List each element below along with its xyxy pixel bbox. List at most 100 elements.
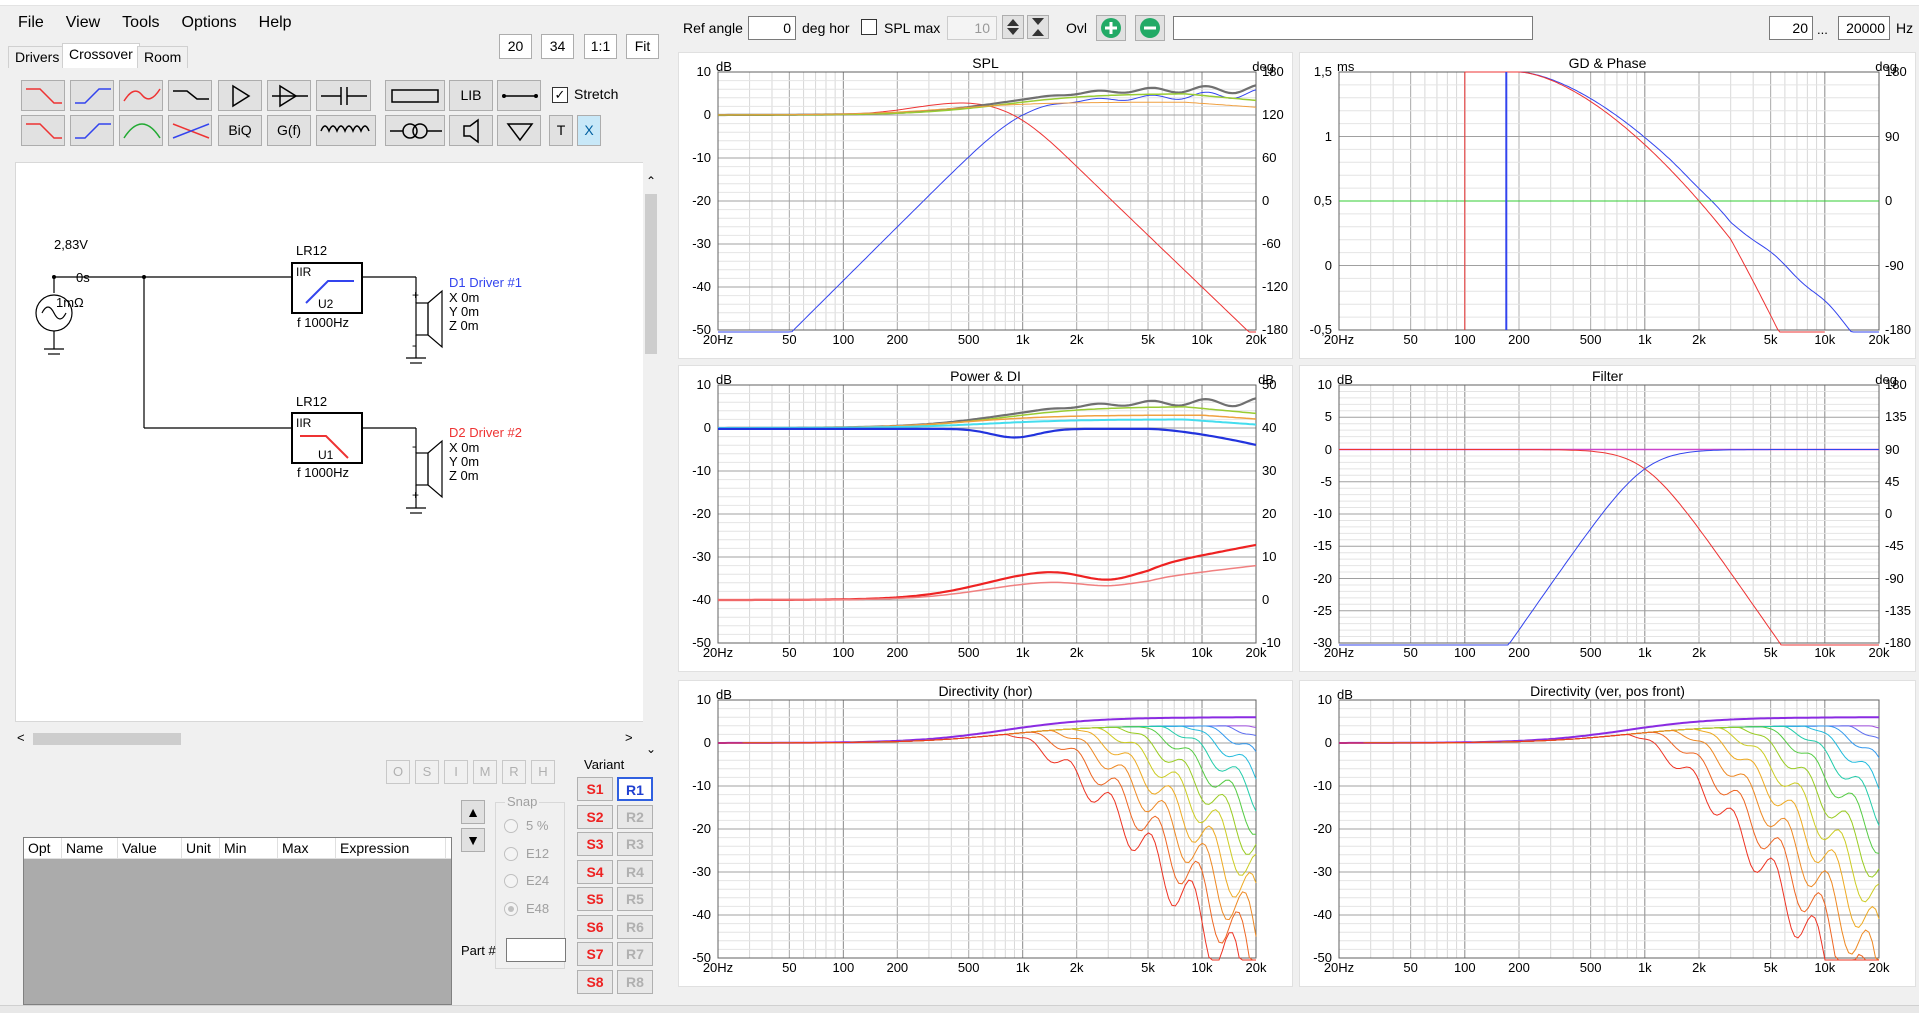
driver2-name[interactable]: D2 Driver #2 (449, 425, 522, 440)
tool-biq-button[interactable]: BiQ (218, 115, 262, 146)
tab-drivers[interactable]: Drivers (8, 46, 67, 68)
tool-spk-button[interactable] (449, 115, 493, 146)
tool-t-button[interactable]: T (549, 115, 573, 146)
tool-xfmr-button[interactable] (385, 115, 445, 146)
variant-r2-button[interactable]: R2 (617, 804, 653, 829)
variant-r1-button[interactable]: R1 (617, 777, 653, 801)
tool-gf-button[interactable]: G(f) (267, 115, 311, 146)
tool-gnd-button[interactable] (497, 115, 541, 146)
tool-bp-red-button[interactable] (119, 80, 163, 111)
column-value[interactable]: Value (118, 838, 182, 858)
move-down-button[interactable]: ▼ (461, 828, 485, 852)
tool-cap-button[interactable] (316, 80, 371, 111)
spl-max-checkbox[interactable] (861, 19, 877, 35)
tool-x-button[interactable]: X (577, 115, 601, 146)
column-name[interactable]: Name (62, 838, 118, 858)
expand-spinner[interactable] (1027, 15, 1049, 39)
variant-s4-button[interactable]: S4 (577, 859, 613, 884)
variant-s3-button[interactable]: S3 (577, 832, 613, 856)
remove-overlay-button[interactable] (1135, 15, 1165, 41)
variant-s5-button[interactable]: S5 (577, 887, 613, 911)
tool-hp-blue-button[interactable] (70, 80, 114, 111)
tool-bp2-button[interactable] (119, 115, 163, 146)
snap-radio-0[interactable] (504, 819, 518, 833)
tool-ind-button[interactable] (316, 115, 376, 146)
ref-angle-input[interactable]: 0 (748, 16, 796, 40)
freq-max-input[interactable]: 20000 (1838, 16, 1890, 40)
variant-r7-button[interactable]: R7 (617, 942, 653, 966)
overlay-input[interactable] (1173, 16, 1533, 40)
tool-lp2-button[interactable] (21, 115, 65, 146)
hscroll-thumb[interactable] (33, 733, 181, 745)
freq-min-input[interactable]: 20 (1769, 16, 1813, 40)
add-overlay-button[interactable] (1096, 15, 1126, 41)
variant-r5-button[interactable]: R5 (617, 887, 653, 911)
menu-tools[interactable]: Tools (122, 14, 159, 32)
zoom-20-button[interactable]: 20 (499, 34, 532, 59)
snap-radio-1[interactable] (504, 846, 518, 861)
variant-s7-button[interactable]: S7 (577, 942, 613, 966)
y-tick-label: -40 (692, 592, 711, 607)
solver-button-h[interactable]: H (531, 760, 555, 784)
y-tick-label: 0,5 (1313, 193, 1332, 208)
menu-file[interactable]: File (18, 14, 44, 32)
tab-crossover[interactable]: Crossover (62, 43, 140, 68)
vscroll-thumb[interactable] (645, 194, 657, 354)
variant-s1-button[interactable]: S1 (577, 777, 613, 801)
column-min[interactable]: Min (220, 838, 278, 858)
schematic-hscroll[interactable]: < > (15, 730, 643, 747)
solver-button-m[interactable]: M (473, 760, 497, 784)
stretch-checkbox[interactable]: ✓ (552, 87, 568, 103)
variant-r4-button[interactable]: R4 (617, 859, 653, 884)
tool-buf-button[interactable] (267, 80, 311, 111)
optimizer-table[interactable]: Opt Name Value Unit Min Max Expression (23, 837, 452, 1005)
variant-r6-button[interactable]: R6 (617, 914, 653, 939)
plot-canvas[interactable] (679, 53, 1294, 360)
variant-s6-button[interactable]: S6 (577, 914, 613, 939)
solver-button-i[interactable]: I (444, 760, 468, 784)
menu-options[interactable]: Options (182, 14, 237, 32)
menu-help[interactable]: Help (259, 14, 292, 32)
tool-res-button[interactable] (385, 80, 445, 111)
solver-button-s[interactable]: S (415, 760, 439, 784)
variant-r3-button[interactable]: R3 (617, 832, 653, 856)
plot-canvas[interactable] (679, 681, 1294, 988)
zoom-fit-button[interactable]: Fit (626, 34, 659, 59)
variant-r8-button[interactable]: R8 (617, 969, 653, 994)
updown-spinner[interactable] (1002, 15, 1024, 39)
snap-radio-3[interactable] (504, 901, 518, 916)
y-tick-label: -30 (692, 864, 711, 879)
solver-button-r[interactable]: R (502, 760, 526, 784)
tool-wire-button[interactable] (497, 80, 541, 111)
variant-s2-button[interactable]: S2 (577, 804, 613, 829)
y-tick-label: 0 (1324, 257, 1332, 273)
zoom-1to1-button[interactable]: 1:1 (584, 34, 617, 59)
variant-s8-button[interactable]: S8 (577, 969, 613, 994)
column-opt[interactable]: Opt (24, 838, 62, 858)
spl-max-input[interactable]: 10 (947, 16, 997, 40)
part-number-input[interactable] (506, 938, 566, 962)
variant-label: Variant (584, 757, 625, 772)
tool-hp-red-button[interactable] (21, 80, 65, 111)
plot-canvas[interactable] (1300, 53, 1917, 360)
tool-hp2-button[interactable] (70, 115, 114, 146)
solver-button-o[interactable]: O (386, 760, 410, 784)
column-expression[interactable]: Expression (336, 838, 446, 858)
tool-shelf-button[interactable] (168, 80, 212, 111)
zoom-34-button[interactable]: 34 (541, 34, 574, 59)
move-up-button[interactable]: ▲ (461, 800, 485, 824)
plot-canvas[interactable] (679, 366, 1294, 673)
menu-view[interactable]: View (66, 14, 100, 32)
tool-lib-button[interactable]: LIB (449, 80, 493, 111)
column-unit[interactable]: Unit (182, 838, 220, 858)
column-max[interactable]: Max (278, 838, 336, 858)
tool-amp-button[interactable] (218, 80, 262, 111)
tab-room[interactable]: Room (137, 46, 189, 68)
tool-allpass-button[interactable] (168, 115, 212, 146)
schematic-vscroll[interactable]: ⌃ ⌄ (643, 162, 659, 762)
crossover-schematic[interactable]: 2,83V 0s 1mΩ LR12 IIR U2 f 1000Hz LR12 I… (15, 162, 645, 722)
plot-canvas[interactable] (1300, 681, 1917, 988)
plot-canvas[interactable] (1300, 366, 1917, 673)
snap-radio-2[interactable] (504, 874, 518, 888)
driver1-name[interactable]: D1 Driver #1 (449, 275, 522, 290)
